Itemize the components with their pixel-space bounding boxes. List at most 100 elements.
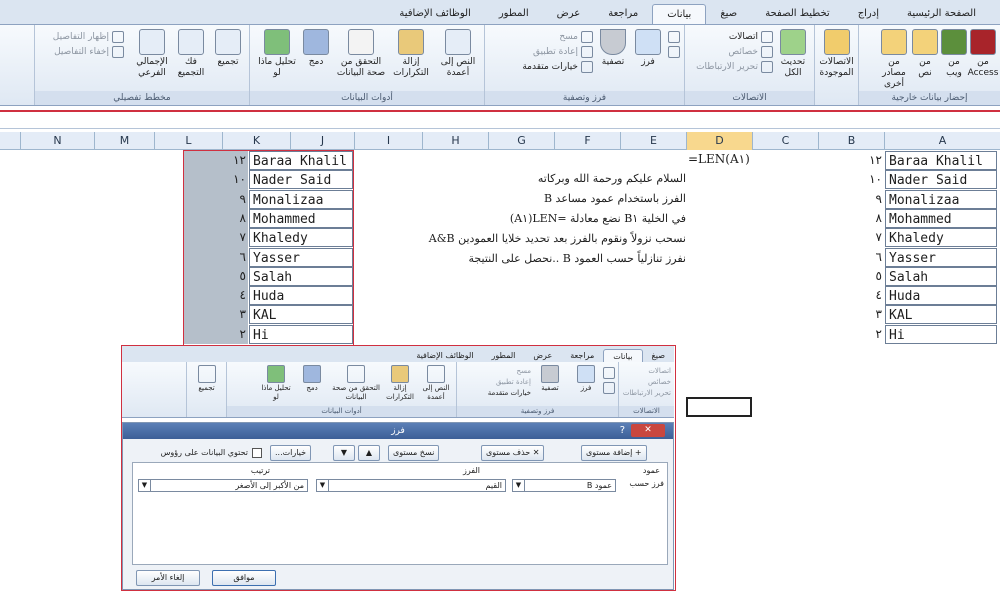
- emb-tab-3[interactable]: عرض: [524, 349, 561, 362]
- active-cell[interactable]: [686, 397, 752, 417]
- source-length-cell[interactable]: ٥: [850, 267, 882, 286]
- clear-button[interactable]: مسح: [522, 31, 593, 43]
- tab-3[interactable]: صيغ: [706, 4, 751, 24]
- tab-8[interactable]: الوظائف الإضافية: [385, 4, 485, 24]
- source-length-cell[interactable]: ٤: [850, 286, 882, 305]
- source-name-cell[interactable]: KAL: [885, 305, 997, 325]
- source-name-cell[interactable]: Yasser: [885, 247, 997, 267]
- emb-reapply-label[interactable]: إعادة تطبيق: [488, 378, 531, 386]
- tab-4[interactable]: بيانات: [652, 4, 707, 24]
- source-name-cell[interactable]: Huda: [885, 286, 997, 306]
- tab-5[interactable]: مراجعة: [594, 4, 652, 24]
- emb-clear-label[interactable]: مسح: [488, 367, 531, 375]
- hide-detail-button[interactable]: إخفاء التفاصيل: [53, 46, 124, 58]
- col-header-e[interactable]: E: [620, 132, 686, 150]
- move-down-button[interactable]: ▼: [333, 445, 355, 461]
- col-header-a[interactable]: A: [884, 132, 1000, 150]
- col-header-i[interactable]: I: [354, 132, 422, 150]
- edit-links-button[interactable]: تحرير الارتباطات: [696, 61, 773, 73]
- source-name-cell[interactable]: Khaledy: [885, 228, 997, 248]
- source-length-cell[interactable]: ١٢: [850, 151, 882, 170]
- tab-1[interactable]: إدراج: [844, 4, 893, 24]
- reapply-button[interactable]: إعادة تطبيق: [522, 46, 593, 58]
- add-level-button[interactable]: + إضافة مستوى: [581, 445, 647, 461]
- col-header-n[interactable]: N: [20, 132, 94, 150]
- source-name-cell[interactable]: Nader Said: [885, 170, 997, 190]
- emb-filter-button[interactable]: تصفية: [533, 365, 567, 406]
- col-header-f[interactable]: F: [554, 132, 620, 150]
- source-length-cell[interactable]: ٦: [850, 248, 882, 267]
- source-length-cell[interactable]: ٩: [850, 190, 882, 209]
- col-header-d[interactable]: D: [686, 132, 752, 150]
- source-length-cell[interactable]: ١٠: [850, 170, 882, 189]
- move-up-button[interactable]: ▲: [358, 445, 380, 461]
- emb-text2col-button[interactable]: النص إلى أعمدة: [419, 365, 453, 406]
- subtotal-button[interactable]: الإجمالي الفرعي: [133, 29, 171, 79]
- properties-button[interactable]: خصائص: [696, 46, 773, 58]
- emb-tab-4[interactable]: المطور: [483, 349, 525, 362]
- tab-6[interactable]: عرض: [543, 4, 595, 24]
- close-button[interactable]: ✕: [631, 424, 665, 437]
- ok-button[interactable]: موافق: [212, 570, 276, 586]
- tab-2[interactable]: تخطيط الصفحة: [751, 4, 844, 24]
- col-header-j[interactable]: J: [290, 132, 354, 150]
- from-other-button[interactable]: من مصادر أخرى: [879, 29, 909, 90]
- source-length-cell[interactable]: ٢: [850, 325, 882, 344]
- tab-0[interactable]: الصفحة الرئيسية: [893, 4, 990, 24]
- emb-sort-desc-icon[interactable]: [603, 382, 615, 394]
- sort-desc-icon[interactable]: [668, 46, 680, 58]
- from-access-button[interactable]: من Access: [968, 29, 998, 79]
- source-length-cell[interactable]: ٨: [850, 209, 882, 228]
- options-button[interactable]: خيارات...: [270, 445, 312, 461]
- connections-button[interactable]: اتصالات: [696, 31, 773, 43]
- consolidate-button[interactable]: دمج: [299, 29, 333, 68]
- tab-7[interactable]: المطور: [485, 4, 543, 24]
- help-icon[interactable]: ?: [620, 423, 625, 439]
- emb-tab-1[interactable]: بيانات: [603, 349, 643, 362]
- ungroup-button[interactable]: فك التجميع: [174, 29, 208, 79]
- delete-level-button[interactable]: ✕ حذف مستوى: [481, 445, 545, 461]
- advanced-button[interactable]: خيارات متقدمة: [522, 61, 593, 73]
- headers-checkbox[interactable]: [252, 448, 262, 458]
- what-if-button[interactable]: تحليل ماذا لو: [258, 29, 296, 79]
- emb-whatif-button[interactable]: تحليل ماذا لو: [259, 365, 293, 406]
- emb-tab-0[interactable]: صيغ: [643, 349, 674, 362]
- cancel-button[interactable]: إلغاء الأمر: [136, 570, 200, 586]
- col-header-k[interactable]: K: [222, 132, 290, 150]
- show-detail-button[interactable]: إظهار التفاصيل: [53, 31, 124, 43]
- col-header-l[interactable]: L: [154, 132, 222, 150]
- filter-button[interactable]: تصفية: [596, 29, 630, 68]
- emb-advanced-label[interactable]: خيارات متقدمة: [488, 389, 531, 397]
- emb-dup-button[interactable]: إزالة التكرارات: [383, 365, 417, 406]
- source-name-cell[interactable]: Mohammed: [885, 208, 997, 228]
- source-length-cell[interactable]: ٧: [850, 228, 882, 247]
- source-name-cell[interactable]: Baraa Khalil: [885, 151, 997, 170]
- copy-level-button[interactable]: نسخ مستوى: [388, 445, 440, 461]
- col-header-m[interactable]: M: [94, 132, 154, 150]
- source-name-cell[interactable]: Salah: [885, 266, 997, 286]
- emb-merge-button[interactable]: دمج: [295, 365, 329, 406]
- source-name-cell[interactable]: Hi: [885, 324, 997, 344]
- emb-sort-button[interactable]: فرز: [569, 365, 603, 406]
- group-button[interactable]: تجميع: [211, 29, 245, 68]
- order-select[interactable]: ▼ من الأكبر إلى الأصغر: [138, 479, 308, 492]
- refresh-all-button[interactable]: تحديث الكل: [776, 29, 810, 79]
- existing-connections-button[interactable]: الاتصالات الموجودة: [819, 29, 854, 79]
- col-header-g[interactable]: G: [488, 132, 554, 150]
- sort-button[interactable]: فرز: [633, 29, 663, 68]
- sort-asc-icon[interactable]: [668, 31, 680, 43]
- remove-duplicates-button[interactable]: إزالة التكرارات: [389, 29, 433, 79]
- emb-tab-5[interactable]: الوظائف الإضافية: [407, 349, 482, 362]
- col-header-h[interactable]: H: [422, 132, 488, 150]
- emb-tab-2[interactable]: مراجعة: [561, 349, 603, 362]
- col-header-b[interactable]: B: [818, 132, 884, 150]
- text-to-columns-button[interactable]: النص إلى أعمدة: [436, 29, 480, 79]
- column-select[interactable]: ▼ عمود B: [512, 479, 616, 492]
- from-text-button[interactable]: من نص: [912, 29, 938, 79]
- emb-validate-button[interactable]: التحقق من صحة البيانات: [331, 365, 381, 406]
- from-web-button[interactable]: من ويب: [941, 29, 967, 79]
- data-validation-button[interactable]: التحقق من صحة البيانات: [336, 29, 386, 79]
- sorton-select[interactable]: ▼ القيم: [316, 479, 506, 492]
- emb-group-button[interactable]: تجميع: [190, 365, 223, 406]
- source-name-cell[interactable]: Monalizaa: [885, 189, 997, 209]
